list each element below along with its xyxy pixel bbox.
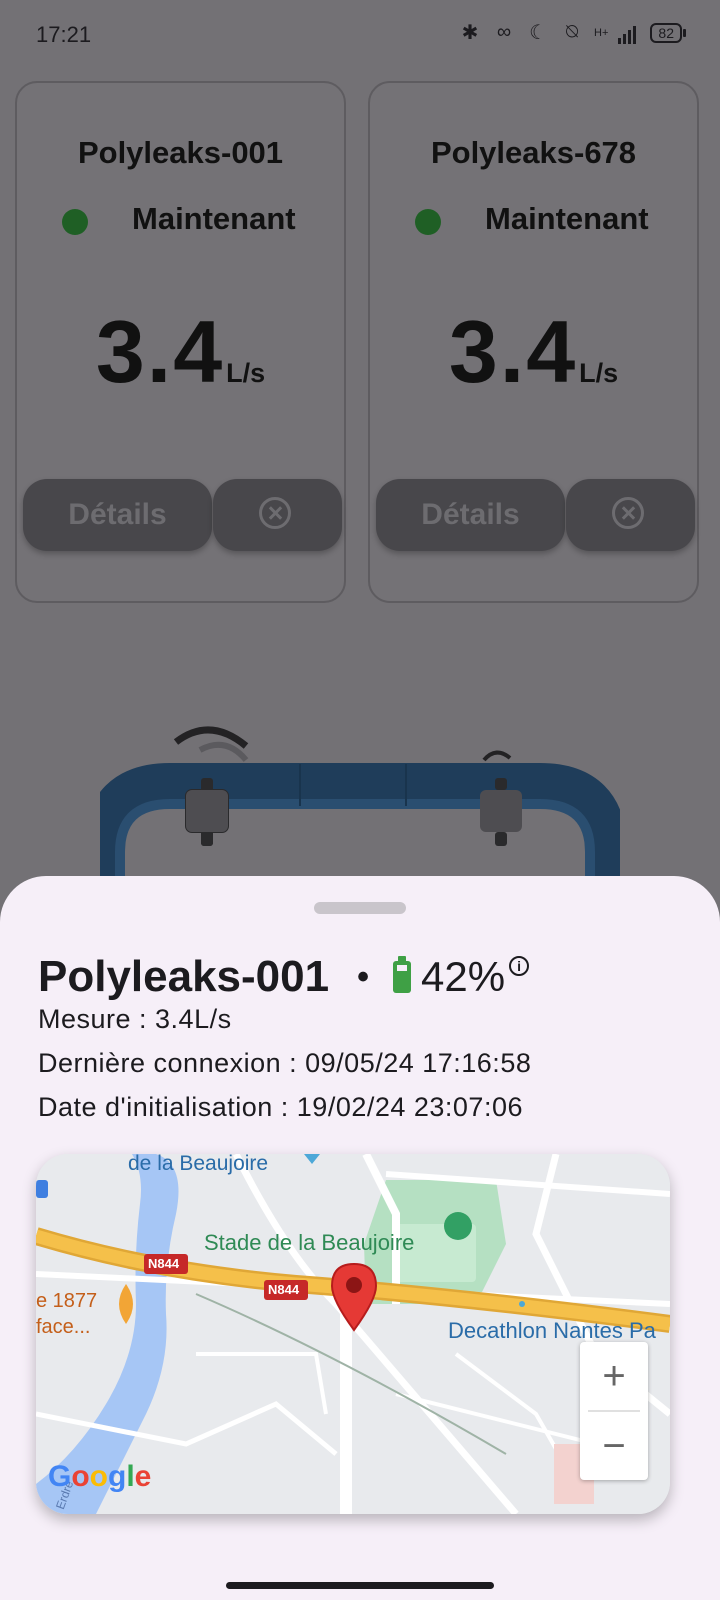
remove-device-button[interactable]: [566, 479, 695, 551]
device-title: Polyleaks-001: [38, 952, 330, 1001]
battery-status: 82: [650, 22, 686, 43]
title-separator: •: [357, 957, 369, 996]
status-bar: 17:21 ✱ ∞ ☾ ⍉ H+ 82: [0, 0, 720, 70]
hotspot-icon: ∞: [496, 21, 512, 43]
map-label: de la Beaujoire: [128, 1154, 269, 1175]
map-label: e 1877: [36, 1290, 98, 1312]
details-button[interactable]: Détails: [23, 479, 212, 551]
online-status-icon: [62, 209, 88, 235]
bluetooth-icon: ✱: [461, 22, 479, 44]
pipe-illustration: [100, 726, 620, 880]
battery-icon: [393, 956, 411, 993]
sheet-header: Polyleaks-001 • 42% i: [38, 952, 530, 1002]
device-name: Polyleaks-001: [77, 135, 284, 170]
map-label: face...: [36, 1316, 91, 1338]
close-circle-icon: [612, 497, 644, 529]
flow-unit: L/s: [579, 358, 619, 388]
info-icon[interactable]: i: [509, 956, 530, 976]
init-date-text: Date d'initialisation : 19/02/24 23:07:0…: [38, 1092, 523, 1122]
google-logo[interactable]: Google: [48, 1460, 151, 1494]
flow-value: 3.4L/s: [370, 301, 697, 403]
device-name: Polyleaks-678: [430, 135, 637, 170]
remove-device-button[interactable]: [213, 479, 342, 551]
details-button[interactable]: Détails: [376, 479, 565, 551]
status-icons: ✱ ∞ ☾ ⍉ H+ 82: [458, 20, 686, 45]
zoom-controls: + −: [580, 1342, 648, 1480]
road-shield: N844: [148, 1256, 180, 1271]
map-label: Decathlon Nantes Pa: [448, 1318, 656, 1343]
zoom-out-button[interactable]: −: [580, 1412, 648, 1480]
device-card[interactable]: Polyleaks-001 Maintenant 3.4L/s Détails: [15, 81, 346, 603]
last-seen-status: Maintenant: [485, 201, 649, 236]
flow-unit: L/s: [226, 358, 266, 388]
mute-bell-icon: ⍉: [566, 21, 579, 43]
close-circle-icon: [259, 497, 291, 529]
dnd-moon-icon: ☾: [529, 22, 548, 44]
road-shield: N844: [268, 1282, 300, 1297]
status-time: 17:21: [36, 22, 92, 47]
map-label: Stade de la Beaujoire: [204, 1230, 415, 1255]
last-seen-status: Maintenant: [132, 201, 296, 236]
device-bottom-sheet[interactable]: Polyleaks-001 • 42% i Mesure : 3.4L/s De…: [0, 876, 720, 1600]
flow-number: 3.4: [448, 302, 578, 401]
online-status-icon: [415, 209, 441, 235]
device-card[interactable]: Polyleaks-678 Maintenant 3.4L/s Détails: [368, 81, 699, 603]
battery-percent: 42%: [421, 953, 506, 1000]
measure-text: Mesure : 3.4L/s: [38, 1004, 232, 1034]
signal-icon: [618, 22, 637, 44]
zoom-in-button[interactable]: +: [580, 1342, 648, 1410]
drag-handle[interactable]: [314, 902, 406, 914]
network-type: H+: [594, 26, 609, 39]
flow-value: 3.4L/s: [17, 301, 344, 403]
device-location-map[interactable]: de la Beaujoire Stade de la Beaujoire N8…: [36, 1154, 670, 1514]
gesture-nav-bar[interactable]: [226, 1582, 494, 1589]
last-connection-text: Dernière connexion : 09/05/24 17:16:58: [38, 1048, 532, 1078]
flow-number: 3.4: [95, 302, 225, 401]
